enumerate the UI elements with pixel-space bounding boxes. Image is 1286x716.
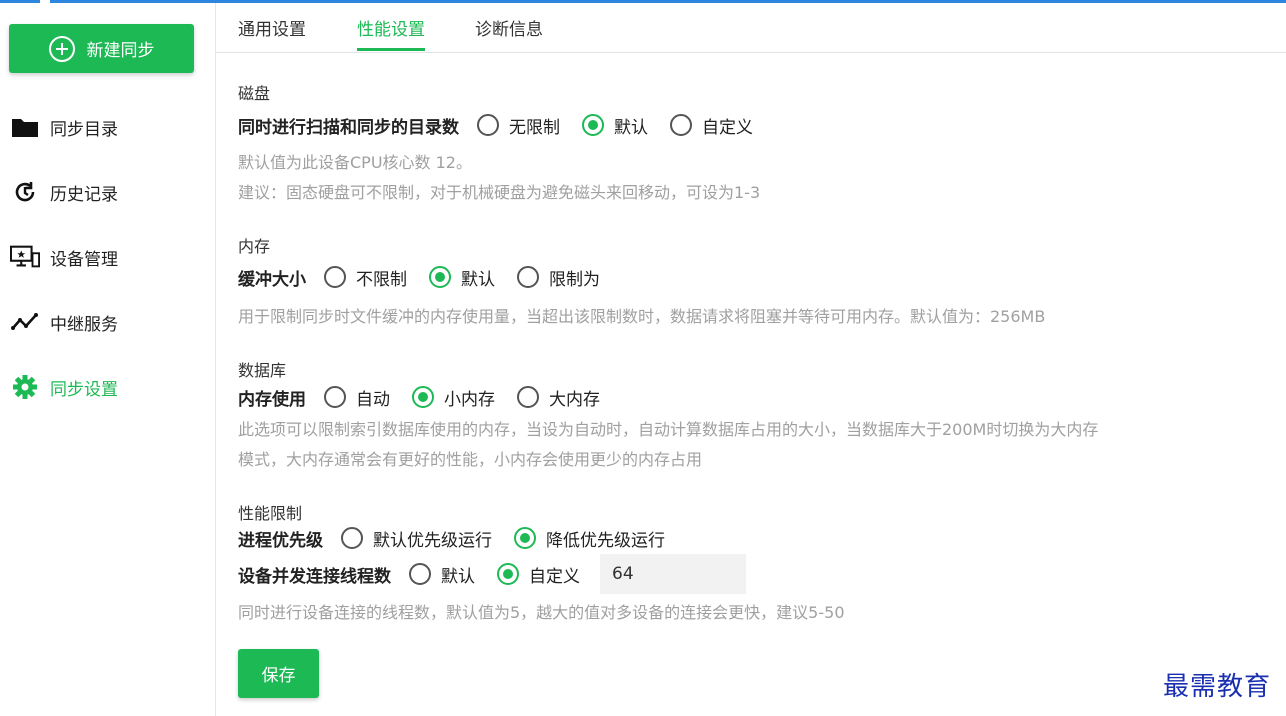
plus-circle-icon bbox=[48, 35, 75, 62]
radio-label: 降低优先级运行 bbox=[546, 530, 665, 551]
radio-label: 不限制 bbox=[356, 269, 407, 290]
radio-threads-custom[interactable]: 自定义 bbox=[497, 562, 580, 587]
radio-disk-custom[interactable]: 自定义 bbox=[670, 113, 753, 138]
radio-circle bbox=[429, 266, 451, 288]
buffer-size-row: 缓冲大小 不限制 默认 限制为 bbox=[238, 262, 622, 292]
disk-hint-1: 默认值为此设备CPU核心数 12。 bbox=[238, 153, 472, 172]
radio-buffer-limit[interactable]: 限制为 bbox=[517, 265, 600, 290]
radio-label: 默认 bbox=[614, 117, 648, 138]
section-title-disk: 磁盘 bbox=[238, 84, 271, 103]
radio-circle bbox=[514, 527, 536, 549]
folder-icon bbox=[10, 114, 40, 140]
radio-circle bbox=[412, 386, 434, 408]
sidebar-item-sync-settings[interactable]: 同步设置 bbox=[10, 367, 205, 407]
performance-hint: 同时进行设备连接的线程数，默认值为5，越大的值对多设备的连接会更快，建议5-50 bbox=[238, 603, 845, 622]
priority-row: 进程优先级 默认优先级运行 降低优先级运行 bbox=[238, 523, 687, 553]
radio-label: 默认 bbox=[441, 566, 475, 587]
radio-circle bbox=[582, 114, 604, 136]
radio-circle bbox=[477, 114, 499, 136]
radio-disk-unlimited[interactable]: 无限制 bbox=[477, 113, 560, 138]
radio-circle bbox=[324, 386, 346, 408]
radio-db-small[interactable]: 小内存 bbox=[412, 385, 495, 410]
gear-icon bbox=[10, 374, 40, 400]
radio-buffer-unlimited[interactable]: 不限制 bbox=[324, 265, 407, 290]
watermark-text: 最需教育 bbox=[1163, 672, 1272, 702]
sidebar-item-label: 历史记录 bbox=[50, 184, 118, 205]
radio-label: 自定义 bbox=[702, 117, 753, 138]
buffer-size-label: 缓冲大小 bbox=[238, 269, 306, 290]
radio-priority-default[interactable]: 默认优先级运行 bbox=[341, 526, 492, 551]
radio-threads-default[interactable]: 默认 bbox=[409, 562, 475, 587]
memory-hint: 用于限制同步时文件缓冲的内存使用量，当超出该限制数时，数据请求将阻塞并等待可用内… bbox=[238, 307, 1046, 326]
radio-disk-default[interactable]: 默认 bbox=[582, 113, 648, 138]
sidebar-item-history[interactable]: 历史记录 bbox=[10, 172, 205, 212]
radio-circle bbox=[517, 386, 539, 408]
threads-row: 设备并发连接线程数 默认 自定义 bbox=[238, 554, 746, 594]
radio-circle bbox=[324, 266, 346, 288]
tab-performance[interactable]: 性能设置 bbox=[357, 15, 425, 51]
new-sync-label: 新建同步 bbox=[86, 41, 155, 61]
radio-db-large[interactable]: 大内存 bbox=[517, 385, 600, 410]
database-hint-1: 此选项可以限制索引数据库使用的内存，当设为自动时，自动计算数据库占用的大小，当数… bbox=[238, 420, 1099, 439]
sidebar-item-label: 中继服务 bbox=[50, 314, 118, 335]
radio-label: 自定义 bbox=[529, 566, 580, 587]
radio-label: 大内存 bbox=[549, 389, 600, 410]
sidebar-item-label: 设备管理 bbox=[50, 249, 118, 270]
sidebar-item-relay[interactable]: 中继服务 bbox=[10, 302, 205, 342]
radio-label: 自动 bbox=[356, 389, 390, 410]
tab-general[interactable]: 通用设置 bbox=[238, 15, 306, 51]
sidebar: 新建同步 同步目录 历史记录 设备管理 中继服务 同步设置 bbox=[0, 3, 216, 716]
sidebar-item-sync-folders[interactable]: 同步目录 bbox=[10, 107, 205, 147]
new-sync-button[interactable]: 新建同步 bbox=[9, 24, 194, 73]
section-title-performance: 性能限制 bbox=[238, 504, 303, 523]
radio-circle bbox=[517, 266, 539, 288]
threads-label: 设备并发连接线程数 bbox=[238, 566, 391, 587]
section-title-memory: 内存 bbox=[238, 237, 271, 256]
radio-circle bbox=[409, 563, 431, 585]
priority-label: 进程优先级 bbox=[238, 530, 323, 551]
sidebar-item-label: 同步目录 bbox=[50, 119, 118, 140]
save-button[interactable]: 保存 bbox=[238, 649, 319, 698]
disk-concurrency-row: 同时进行扫描和同步的目录数 无限制 默认 自定义 bbox=[238, 110, 775, 140]
threads-count-input[interactable] bbox=[600, 554, 746, 594]
settings-tabs: 通用设置 性能设置 诊断信息 bbox=[216, 3, 1286, 53]
radio-circle bbox=[497, 563, 519, 585]
tab-diagnostics[interactable]: 诊断信息 bbox=[475, 15, 543, 51]
section-title-database: 数据库 bbox=[238, 361, 287, 380]
sidebar-item-label: 同步设置 bbox=[50, 379, 118, 400]
radio-label: 小内存 bbox=[444, 389, 495, 410]
radio-label: 默认 bbox=[461, 269, 495, 290]
disk-concurrency-label: 同时进行扫描和同步的目录数 bbox=[238, 117, 459, 138]
database-hint-2: 模式，大内存通常会有更好的性能，小内存会使用更少的内存占用 bbox=[238, 450, 703, 469]
radio-circle bbox=[341, 527, 363, 549]
db-memory-label: 内存使用 bbox=[238, 389, 306, 410]
db-memory-row: 内存使用 自动 小内存 大内存 bbox=[238, 382, 622, 412]
radio-label: 无限制 bbox=[509, 117, 560, 138]
radio-buffer-default[interactable]: 默认 bbox=[429, 265, 495, 290]
radio-circle bbox=[670, 114, 692, 136]
radio-label: 限制为 bbox=[549, 269, 600, 290]
history-icon bbox=[10, 179, 40, 205]
device-icon bbox=[10, 244, 40, 270]
sidebar-item-devices[interactable]: 设备管理 bbox=[10, 237, 205, 277]
disk-hint-2: 建议：固态硬盘可不限制，对于机械硬盘为避免磁头来回移动，可设为1-3 bbox=[238, 183, 761, 202]
radio-label: 默认优先级运行 bbox=[373, 530, 492, 551]
radio-priority-lower[interactable]: 降低优先级运行 bbox=[514, 526, 665, 551]
trend-line-icon bbox=[10, 309, 40, 335]
radio-db-auto[interactable]: 自动 bbox=[324, 385, 390, 410]
